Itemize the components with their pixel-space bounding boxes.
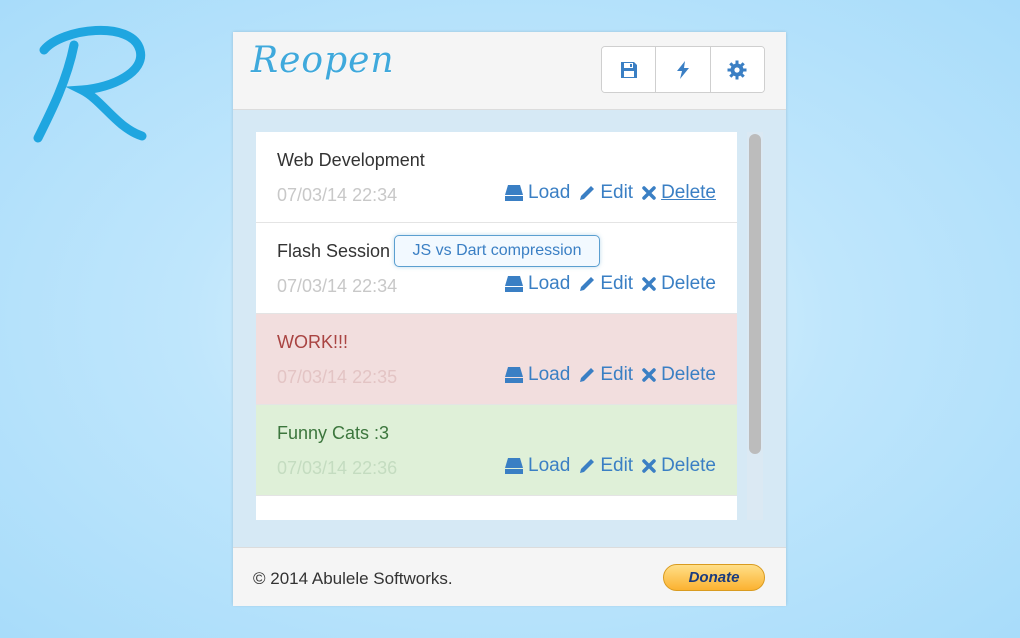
pencil-icon [580, 277, 595, 291]
session-date: 07/03/14 22:34 [277, 276, 398, 296]
copyright-text: © 2014 Abulele Softworks. [253, 569, 453, 588]
close-icon [642, 186, 656, 200]
settings-button[interactable] [710, 47, 764, 92]
load-button[interactable]: Load [504, 182, 570, 204]
extension-popup: Reopen Web Development 07/03/14 22:34 Lo… [233, 32, 786, 606]
pencil-icon [580, 459, 595, 473]
pencil-icon [580, 368, 595, 382]
close-icon [642, 368, 656, 382]
session-row [256, 496, 737, 520]
delete-button[interactable]: Delete [641, 455, 716, 477]
session-name: Flash Session [277, 241, 391, 261]
session-date: 07/03/14 22:36 [277, 458, 398, 478]
session-actions: Load Edit Delete [496, 182, 716, 204]
session-list: Web Development 07/03/14 22:34 Load Edit [256, 132, 737, 520]
session-tooltip: JS vs Dart compression [394, 235, 600, 267]
edit-button[interactable]: Edit [578, 364, 633, 386]
hdd-icon [505, 185, 524, 201]
session-name: WORK!!! [277, 332, 348, 352]
floppy-disk-icon [620, 61, 637, 78]
save-button[interactable] [602, 47, 657, 92]
pencil-icon [580, 186, 595, 200]
session-name: Web Development [277, 150, 425, 170]
close-icon [642, 459, 656, 473]
session-name: Funny Cats :3 [277, 423, 390, 443]
edit-button[interactable]: Edit [578, 455, 633, 477]
flash-button[interactable] [656, 47, 711, 92]
toolbar-button-group [601, 46, 765, 93]
session-actions: Load Edit Delete [496, 455, 716, 477]
list-scrollbar[interactable] [747, 132, 763, 520]
load-button[interactable]: Load [504, 364, 570, 386]
close-icon [642, 277, 656, 291]
session-date: 07/03/14 22:34 [277, 185, 398, 205]
lightning-bolt-icon [676, 60, 689, 79]
popup-footer: © 2014 Abulele Softworks. Donate [233, 547, 786, 606]
session-row: Funny Cats :3 07/03/14 22:36 Load Edit D [256, 405, 737, 496]
gear-icon [727, 60, 747, 79]
load-button[interactable]: Load [504, 455, 570, 477]
delete-button[interactable]: Delete [641, 364, 716, 386]
delete-button[interactable]: Delete [641, 273, 716, 295]
app-title: Reopen [251, 40, 395, 81]
popup-header: Reopen [233, 32, 786, 110]
reopen-logo-icon [33, 26, 147, 143]
hdd-icon [505, 276, 524, 292]
session-row: Web Development 07/03/14 22:34 Load Edit [256, 132, 737, 223]
edit-button[interactable]: Edit [578, 182, 633, 204]
session-actions: Load Edit Delete [496, 364, 716, 386]
session-date: 07/03/14 22:35 [277, 367, 398, 387]
session-row: WORK!!! 07/03/14 22:35 Load Edit Delete [256, 314, 737, 405]
hdd-icon [505, 458, 524, 474]
edit-button[interactable]: Edit [578, 273, 633, 295]
hdd-icon [505, 367, 524, 383]
delete-button[interactable]: Delete [641, 182, 716, 204]
session-actions: Load Edit Delete [496, 273, 716, 295]
donate-button[interactable]: Donate [663, 564, 765, 591]
load-button[interactable]: Load [504, 273, 570, 295]
scrollbar-thumb[interactable] [749, 134, 761, 454]
